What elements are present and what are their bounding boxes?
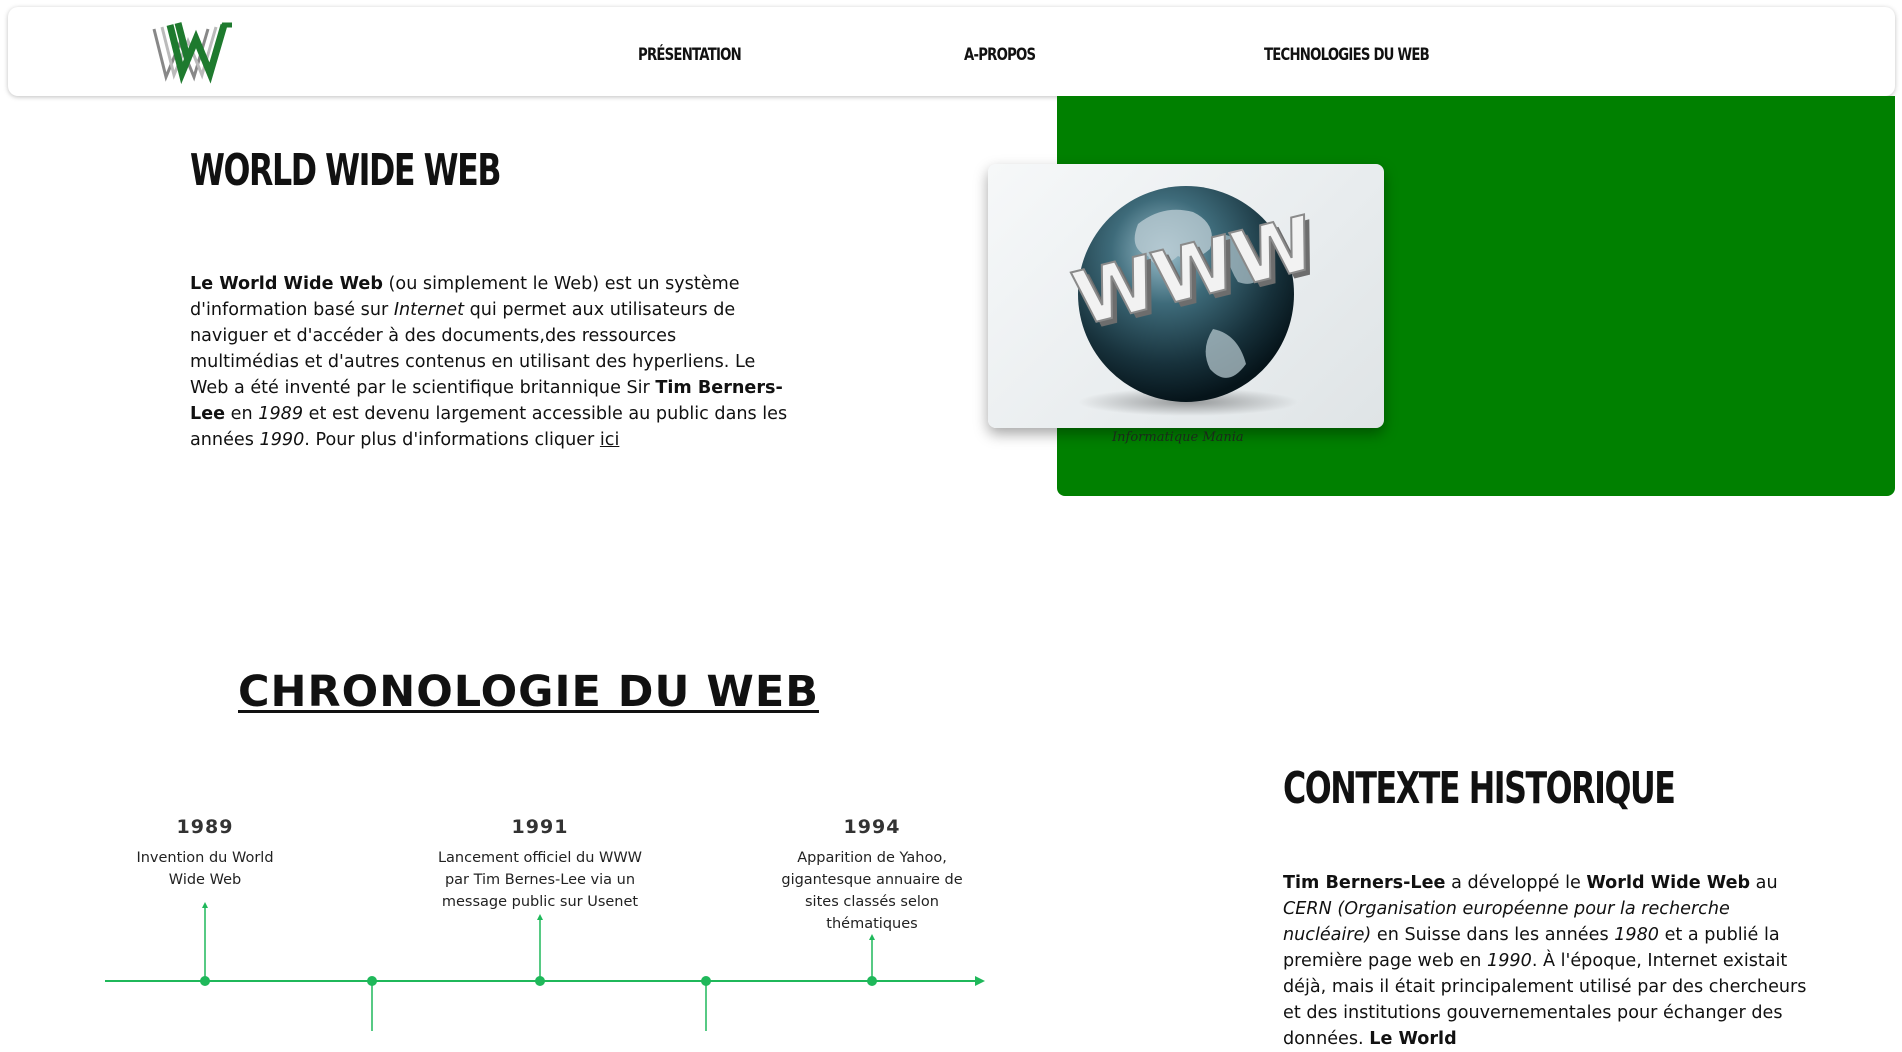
hero-italic-1989: 1989 — [258, 404, 304, 424]
timeline-dot-2 — [367, 976, 377, 986]
hero-italic-1990: 1990 — [259, 430, 305, 450]
hero-title: WORLD WIDE WEB — [190, 145, 502, 196]
timeline-desc-1989: Invention du World Wide Web — [136, 850, 274, 888]
hero-text-3: en — [225, 404, 259, 424]
ctx-bold-tim-berners-lee: Tim Berners-Lee — [1283, 873, 1446, 893]
ctx-text-1: a développé le — [1445, 873, 1587, 893]
nav-link-presentation[interactable]: PRÉSENTATION — [638, 45, 742, 65]
ctx-bold-world-wide-web: World Wide Web — [1586, 873, 1751, 893]
hero-italic-internet: Internet — [393, 300, 464, 320]
timeline-year-1989: 1989 — [176, 816, 234, 838]
ctx-text-3: en Suisse dans les années — [1371, 925, 1615, 945]
www-globe-image: WWW WWW — [988, 164, 1384, 428]
ctx-text-2: au — [1750, 873, 1778, 893]
navbar: PRÉSENTATION A-PROPOS TECHNOLOGIES DU WE… — [8, 7, 1895, 96]
timeline-dot-1989 — [200, 976, 210, 986]
timeline-dot-1994 — [867, 976, 877, 986]
contexte-paragraph: Tim Berners-Lee a développé le World Wid… — [1283, 870, 1813, 1052]
timeline: 1989 Invention du World Wide Web 1991 La… — [100, 800, 990, 1031]
www-logo-icon[interactable] — [148, 17, 248, 87]
timeline-desc-1994: Apparition de Yahoo, gigantesque annuair… — [781, 850, 963, 932]
nav-link-a-propos[interactable]: A-PROPOS — [964, 45, 1036, 65]
hero-bold-world-wide-web: Le World Wide Web — [190, 274, 383, 294]
nav-link-technologies-du-web[interactable]: TECHNOLOGIES DU WEB — [1264, 45, 1430, 65]
ctx-italic-1980: 1980 — [1614, 925, 1659, 945]
ctx-italic-1990: 1990 — [1487, 951, 1532, 971]
hero-text-5: . Pour plus d'informations cliquer — [304, 430, 600, 450]
hero-paragraph: Le World Wide Web (ou simplement le Web)… — [190, 271, 790, 453]
ctx-bold-le-world: Le World — [1369, 1029, 1457, 1049]
timeline-year-1991: 1991 — [511, 816, 569, 838]
timeline-dot-4 — [701, 976, 711, 986]
more-info-link[interactable]: ici — [600, 430, 619, 450]
timeline-desc-1991: Lancement officiel du WWW par Tim Bernes… — [437, 850, 643, 910]
globe-icon: WWW WWW — [1064, 186, 1329, 416]
chronologie-title: CHRONOLOGIE DU WEB — [238, 667, 819, 717]
timeline-dot-1991 — [535, 976, 545, 986]
timeline-year-1994: 1994 — [843, 816, 901, 838]
timeline-arrow-icon — [975, 976, 985, 986]
image-caption: Informatique Mania — [1112, 430, 1244, 445]
contexte-title: CONTEXTE HISTORIQUE — [1283, 763, 1676, 814]
